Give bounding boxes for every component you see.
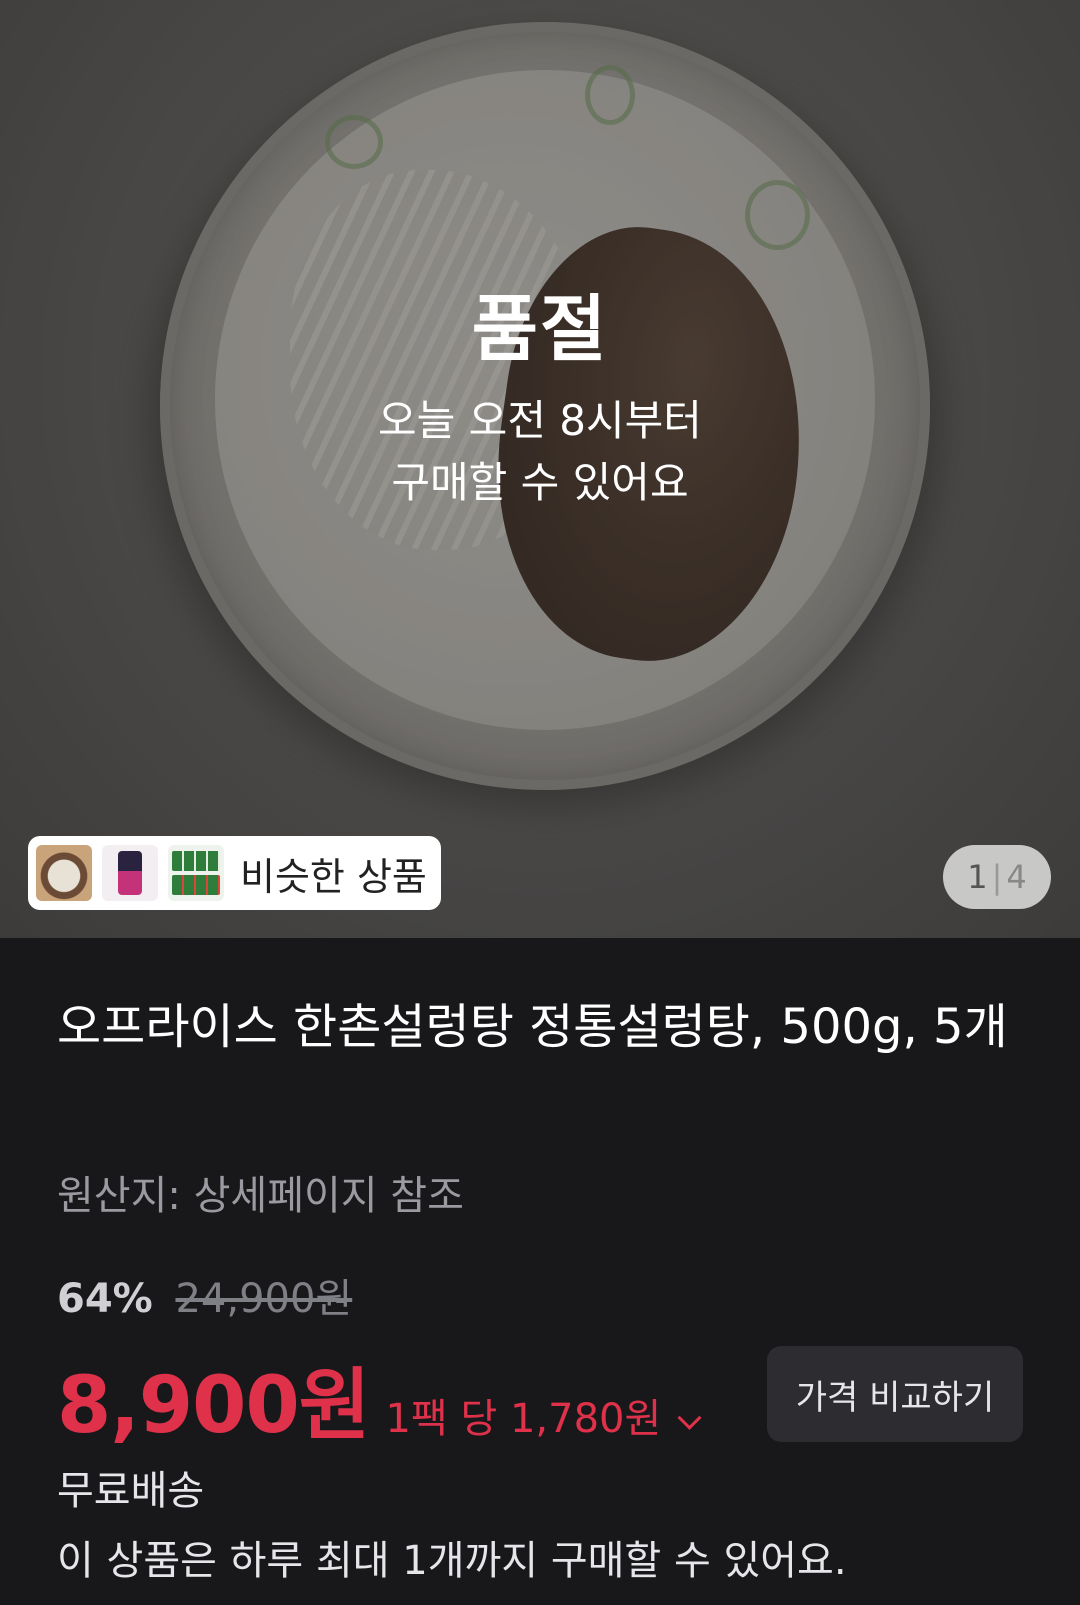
- image-total: 4: [1006, 858, 1027, 896]
- counter-divider: |: [991, 858, 1003, 896]
- price-row: 8,900원 1팩 당 1,780원: [57, 1343, 702, 1455]
- unit-price-dropdown[interactable]: 1팩 당 1,780원: [385, 1386, 702, 1444]
- original-price: 24,900원: [175, 1276, 353, 1322]
- similar-products-label: 비슷한 상품: [240, 854, 427, 899]
- discount-rate: 64%: [57, 1276, 153, 1322]
- discount-row: 64% 24,900원: [57, 1266, 352, 1324]
- restock-time-text: 오늘 오전 8시부터: [378, 396, 702, 445]
- similar-products-button[interactable]: 비슷한 상품: [28, 836, 441, 910]
- shipping-info: 무료배송: [57, 1468, 205, 1514]
- similar-product-thumbnail: [168, 845, 224, 901]
- sale-price: 8,900원: [57, 1361, 370, 1451]
- similar-product-thumbnail: [102, 845, 158, 901]
- chevron-down-icon: [677, 1405, 702, 1430]
- image-page-counter: 1 | 4: [943, 845, 1051, 909]
- product-title: 오프라이스 한촌설렁탕 정통설렁탕, 500g, 5개: [57, 999, 1008, 1055]
- restock-message-text: 구매할 수 있어요: [391, 458, 689, 507]
- product-image-carousel[interactable]: 품절 오늘 오전 8시부터 구매할 수 있어요 비슷한 상품 1 | 4: [0, 0, 1080, 938]
- origin-text: 원산지: 상세페이지 참조: [57, 1173, 464, 1219]
- similar-product-thumbnail: [36, 845, 92, 901]
- image-index: 1: [967, 858, 988, 896]
- unit-price-label: 1팩 당 1,780원: [385, 1396, 662, 1442]
- compare-price-button[interactable]: 가격 비교하기: [767, 1346, 1023, 1442]
- sold-out-title: 품절: [471, 287, 609, 371]
- purchase-limit-notice: 이 상품은 하루 최대 1개까지 구매할 수 있어요.: [57, 1538, 847, 1584]
